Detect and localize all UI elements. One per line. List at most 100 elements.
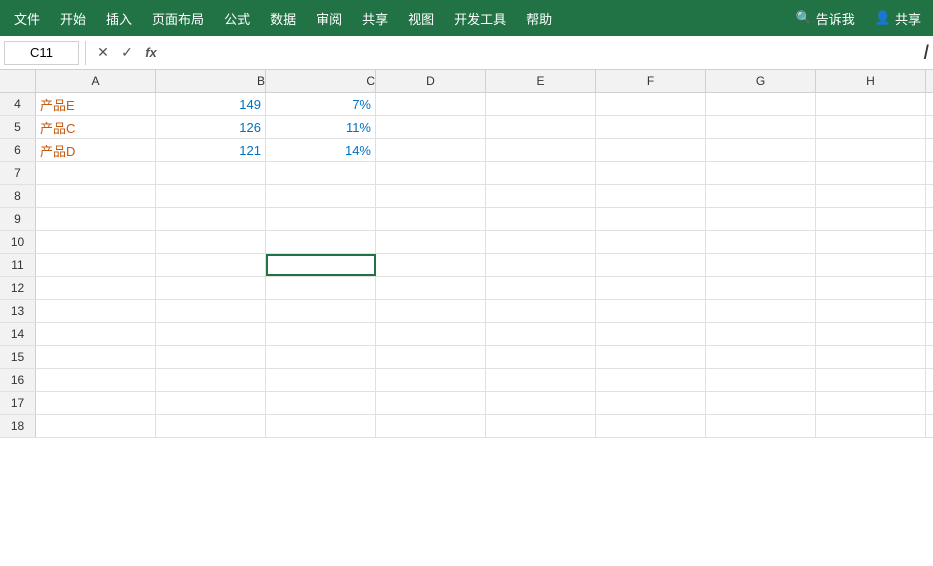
cell-10-C[interactable]: [266, 231, 376, 253]
confirm-formula-button[interactable]: ✓: [116, 42, 138, 64]
cell-5-G[interactable]: [706, 116, 816, 138]
menu-formula[interactable]: 公式: [214, 3, 260, 34]
cell-12-B[interactable]: [156, 277, 266, 299]
cell-13-C[interactable]: [266, 300, 376, 322]
cell-16-D[interactable]: [376, 369, 486, 391]
cell-7-G[interactable]: [706, 162, 816, 184]
cell-4-D[interactable]: [376, 93, 486, 115]
menu-review[interactable]: 审阅: [306, 3, 352, 34]
cell-15-F[interactable]: [596, 346, 706, 368]
cell-6-B[interactable]: 121: [156, 139, 266, 161]
row-header[interactable]: 6: [0, 139, 36, 161]
cell-5-D[interactable]: [376, 116, 486, 138]
cell-5-B[interactable]: 126: [156, 116, 266, 138]
cell-11-E[interactable]: [486, 254, 596, 276]
cell-14-F[interactable]: [596, 323, 706, 345]
cell-7-E[interactable]: [486, 162, 596, 184]
menu-home[interactable]: 开始: [50, 3, 96, 34]
cell-18-H[interactable]: [816, 415, 926, 437]
cell-15-E[interactable]: [486, 346, 596, 368]
cell-15-D[interactable]: [376, 346, 486, 368]
row-header[interactable]: 15: [0, 346, 36, 368]
cell-6-E[interactable]: [486, 139, 596, 161]
cell-18-B[interactable]: [156, 415, 266, 437]
cell-15-G[interactable]: [706, 346, 816, 368]
cell-12-A[interactable]: [36, 277, 156, 299]
menu-file[interactable]: 文件: [4, 3, 50, 34]
cell-6-G[interactable]: [706, 139, 816, 161]
cell-17-C[interactable]: [266, 392, 376, 414]
col-header-g[interactable]: G: [706, 70, 816, 92]
cell-8-F[interactable]: [596, 185, 706, 207]
cell-13-E[interactable]: [486, 300, 596, 322]
fx-button[interactable]: fx: [140, 42, 162, 64]
cell-4-B[interactable]: 149: [156, 93, 266, 115]
row-header[interactable]: 18: [0, 415, 36, 437]
cell-13-D[interactable]: [376, 300, 486, 322]
cell-4-H[interactable]: [816, 93, 926, 115]
cell-4-E[interactable]: [486, 93, 596, 115]
cell-8-C[interactable]: [266, 185, 376, 207]
cell-14-D[interactable]: [376, 323, 486, 345]
cell-18-E[interactable]: [486, 415, 596, 437]
cell-11-H[interactable]: [816, 254, 926, 276]
cell-6-A[interactable]: 产品D: [36, 139, 156, 161]
cell-18-D[interactable]: [376, 415, 486, 437]
row-header[interactable]: 12: [0, 277, 36, 299]
cell-9-C[interactable]: [266, 208, 376, 230]
cell-12-H[interactable]: [816, 277, 926, 299]
cell-18-C[interactable]: [266, 415, 376, 437]
cell-15-B[interactable]: [156, 346, 266, 368]
cell-12-F[interactable]: [596, 277, 706, 299]
cell-16-F[interactable]: [596, 369, 706, 391]
cell-4-A[interactable]: 产品E: [36, 93, 156, 115]
cell-reference-input[interactable]: [4, 41, 79, 65]
cell-17-A[interactable]: [36, 392, 156, 414]
menu-view[interactable]: 视图: [398, 3, 444, 34]
cell-11-B[interactable]: [156, 254, 266, 276]
cell-10-F[interactable]: [596, 231, 706, 253]
share-button[interactable]: 👤 共享: [867, 5, 929, 32]
row-header[interactable]: 9: [0, 208, 36, 230]
cell-14-G[interactable]: [706, 323, 816, 345]
cell-16-C[interactable]: [266, 369, 376, 391]
cell-13-G[interactable]: [706, 300, 816, 322]
row-header[interactable]: 14: [0, 323, 36, 345]
cell-12-E[interactable]: [486, 277, 596, 299]
cell-4-F[interactable]: [596, 93, 706, 115]
cell-6-H[interactable]: [816, 139, 926, 161]
row-header[interactable]: 11: [0, 254, 36, 276]
cell-4-G[interactable]: [706, 93, 816, 115]
menu-dev-tools[interactable]: 开发工具: [444, 3, 516, 34]
tell-me-button[interactable]: 🔍 告诉我: [788, 5, 863, 32]
menu-share-tab[interactable]: 共享: [352, 3, 398, 34]
formula-input[interactable]: [164, 41, 921, 65]
cell-12-G[interactable]: [706, 277, 816, 299]
cell-7-D[interactable]: [376, 162, 486, 184]
cell-15-C[interactable]: [266, 346, 376, 368]
cell-9-E[interactable]: [486, 208, 596, 230]
cell-10-B[interactable]: [156, 231, 266, 253]
cell-12-C[interactable]: [266, 277, 376, 299]
cell-18-G[interactable]: [706, 415, 816, 437]
menu-insert[interactable]: 插入: [96, 3, 142, 34]
row-header[interactable]: 10: [0, 231, 36, 253]
cell-8-H[interactable]: [816, 185, 926, 207]
cell-11-C[interactable]: [266, 254, 376, 276]
cell-7-C[interactable]: [266, 162, 376, 184]
cell-9-H[interactable]: [816, 208, 926, 230]
cell-6-D[interactable]: [376, 139, 486, 161]
cell-10-A[interactable]: [36, 231, 156, 253]
cell-8-B[interactable]: [156, 185, 266, 207]
cell-4-C[interactable]: 7%: [266, 93, 376, 115]
cell-9-D[interactable]: [376, 208, 486, 230]
cell-17-E[interactable]: [486, 392, 596, 414]
cell-8-D[interactable]: [376, 185, 486, 207]
cell-13-H[interactable]: [816, 300, 926, 322]
col-header-b[interactable]: B: [156, 70, 266, 92]
cell-6-C[interactable]: 14%: [266, 139, 376, 161]
cell-12-D[interactable]: [376, 277, 486, 299]
cell-10-H[interactable]: [816, 231, 926, 253]
cell-16-A[interactable]: [36, 369, 156, 391]
cell-14-B[interactable]: [156, 323, 266, 345]
